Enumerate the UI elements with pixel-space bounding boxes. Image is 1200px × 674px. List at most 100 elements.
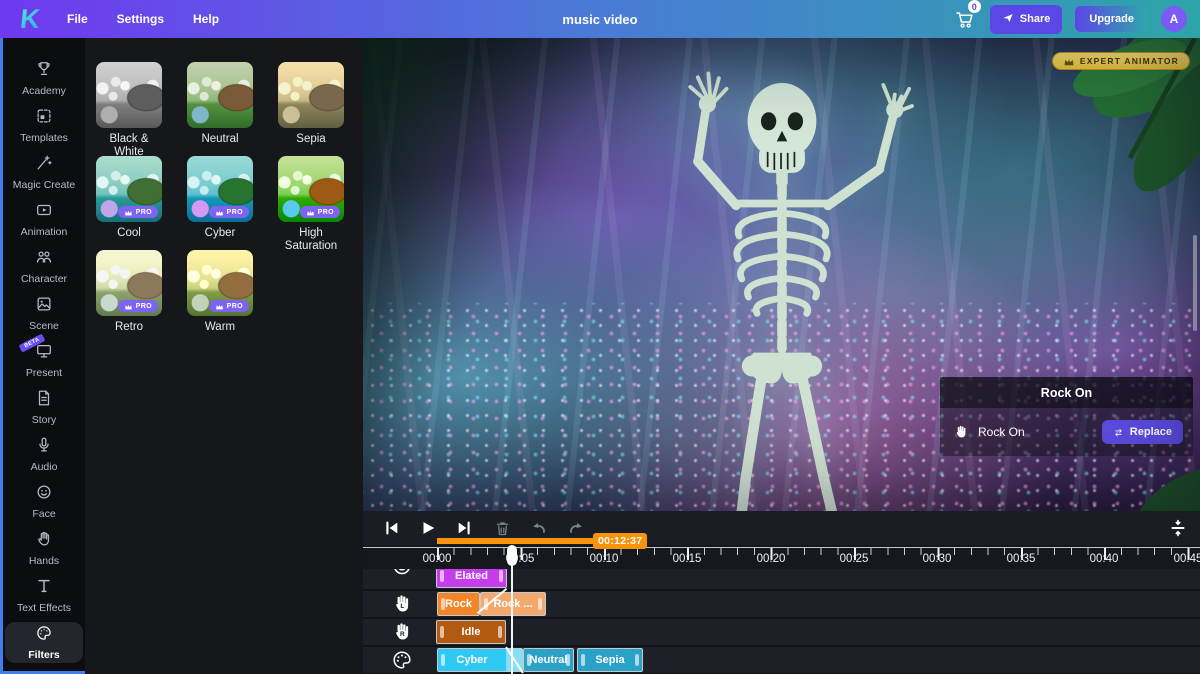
ruler-label: 00:00 bbox=[423, 553, 452, 565]
ruler-label: 00:25 bbox=[840, 553, 869, 565]
clip-idle[interactable]: Idle bbox=[436, 620, 506, 644]
video-preview[interactable]: EXPERT ANIMATOR Rock On Rock On Replace bbox=[363, 38, 1200, 511]
filter-thumb-high-saturation[interactable]: PRO bbox=[278, 156, 344, 222]
sidebar-item-story[interactable]: Story bbox=[5, 387, 83, 428]
filter-name: Cool bbox=[96, 227, 162, 240]
minor-ticks bbox=[437, 548, 1200, 555]
sidebar-label: Text Effects bbox=[17, 603, 71, 614]
filter-thumb-cool[interactable]: PRO bbox=[96, 156, 162, 222]
filter-name: Cyber bbox=[187, 227, 253, 240]
filter-name: Sepia bbox=[278, 133, 344, 146]
sidebar-item-audio[interactable]: Audio bbox=[5, 434, 83, 475]
left-hand-track-icon: L bbox=[391, 593, 413, 615]
filter-name: High Saturation bbox=[278, 227, 344, 253]
filter-thumb-cyber[interactable]: PRO bbox=[187, 156, 253, 222]
avatar[interactable]: A bbox=[1161, 6, 1187, 32]
delete-button[interactable] bbox=[492, 518, 512, 538]
clip-sepia[interactable]: Sepia bbox=[577, 648, 643, 672]
sidebar-item-magic-create[interactable]: Magic Create bbox=[5, 152, 83, 193]
timeline-ruler[interactable]: 00:00 00:05 00:10 00:15 00:20 00:25 00:3… bbox=[363, 545, 1200, 569]
clip-right-handle[interactable] bbox=[635, 654, 639, 666]
ruler-label: 00:30 bbox=[923, 553, 952, 565]
redo-button[interactable] bbox=[566, 518, 586, 538]
menu-help[interactable]: Help bbox=[193, 12, 219, 26]
track-right-hand: R Idle bbox=[363, 619, 1200, 645]
templates-icon bbox=[35, 107, 53, 130]
sidebar-item-animation[interactable]: Animation bbox=[5, 199, 83, 240]
sidebar-item-academy[interactable]: Academy bbox=[5, 58, 83, 99]
sidebar-label: Scene bbox=[29, 321, 59, 332]
filter-name: Warm bbox=[187, 321, 253, 334]
ruler-label: 00:35 bbox=[1007, 553, 1036, 565]
academy-icon bbox=[35, 60, 53, 83]
sidebar-label: Audio bbox=[31, 462, 58, 473]
clip-right-handle[interactable] bbox=[498, 626, 502, 638]
filter-preview bbox=[187, 62, 253, 128]
timeline: Elated L Rock Rock ... R Idle bbox=[363, 511, 1200, 674]
topbar-right: 0 Share Upgrade A bbox=[953, 5, 1200, 34]
skip-to-end-button[interactable] bbox=[455, 518, 475, 538]
filter-card-high-saturation: PRO High Saturation bbox=[278, 156, 344, 250]
clip-rock[interactable]: Rock bbox=[437, 592, 480, 616]
share-icon bbox=[1002, 12, 1014, 27]
play-button[interactable] bbox=[418, 518, 438, 538]
ruler-label: 00:20 bbox=[757, 553, 786, 565]
undo-button[interactable] bbox=[529, 518, 549, 538]
timecode-badge[interactable]: 00:12:37 bbox=[593, 533, 647, 549]
clip-right-handle[interactable] bbox=[499, 570, 503, 582]
sidebar: Academy Templates Magic Create Animation… bbox=[0, 38, 85, 674]
magic-wand-icon bbox=[35, 154, 53, 177]
filter-preview bbox=[278, 62, 344, 128]
track-filters: Cyber Neutral Sepia bbox=[363, 647, 1200, 673]
svg-text:R: R bbox=[400, 631, 405, 638]
clip-right-handle[interactable] bbox=[566, 654, 570, 666]
filter-card-retro: PRO Retro bbox=[96, 250, 162, 344]
sidebar-item-present[interactable]: BETA Present bbox=[5, 340, 83, 381]
share-label: Share bbox=[1020, 13, 1051, 25]
playhead-handle[interactable] bbox=[507, 545, 517, 566]
timeline-fit-button[interactable] bbox=[1168, 518, 1188, 538]
ruler-label: 00:40 bbox=[1090, 553, 1119, 565]
filter-card-cyber: PRO Cyber bbox=[187, 156, 253, 250]
filter-thumb-neutral[interactable] bbox=[187, 62, 253, 128]
sidebar-item-templates[interactable]: Templates bbox=[5, 105, 83, 146]
app-window: K File Settings Help music video 0 Share… bbox=[0, 0, 1200, 674]
topbar: K File Settings Help music video 0 Share… bbox=[0, 0, 1200, 38]
face-icon bbox=[35, 483, 53, 506]
filter-thumb-warm[interactable]: PRO bbox=[187, 250, 253, 316]
right-hand-track-icon: R bbox=[391, 621, 413, 643]
filter-thumb-sepia[interactable] bbox=[278, 62, 344, 128]
text-effects-icon bbox=[35, 577, 53, 600]
menu-file[interactable]: File bbox=[67, 12, 88, 26]
sidebar-item-face[interactable]: Face bbox=[5, 481, 83, 522]
sidebar-item-hands[interactable]: Hands bbox=[5, 528, 83, 569]
filter-card-sepia: Sepia bbox=[278, 62, 344, 156]
filter-thumb-retro[interactable]: PRO bbox=[96, 250, 162, 316]
clip-label: Rock bbox=[438, 593, 479, 615]
clip-right-handle[interactable] bbox=[538, 598, 542, 610]
sidebar-label: Face bbox=[32, 509, 55, 520]
pro-badge: PRO bbox=[300, 206, 340, 218]
sidebar-item-scene[interactable]: Scene bbox=[5, 293, 83, 334]
filter-card-neutral: Neutral bbox=[187, 62, 253, 156]
cart-icon[interactable]: 0 bbox=[953, 7, 977, 31]
present-icon bbox=[35, 342, 53, 365]
filter-name: Neutral bbox=[187, 133, 253, 146]
pro-label: PRO bbox=[227, 303, 243, 310]
share-button[interactable]: Share bbox=[990, 5, 1063, 34]
filter-thumb-black-white[interactable] bbox=[96, 62, 162, 128]
sidebar-item-text-effects[interactable]: Text Effects bbox=[5, 575, 83, 616]
sidebar-item-character[interactable]: Character bbox=[5, 246, 83, 287]
track-left-hand: L Rock Rock ... bbox=[363, 591, 1200, 617]
menu-settings[interactable]: Settings bbox=[117, 12, 164, 26]
skip-to-start-button[interactable] bbox=[381, 518, 401, 538]
clip-neutral[interactable]: Neutral bbox=[523, 648, 574, 672]
clip-label: Sepia bbox=[578, 649, 642, 671]
upgrade-button[interactable]: Upgrade bbox=[1075, 6, 1148, 32]
sidebar-label: Character bbox=[21, 274, 67, 285]
pro-badge: PRO bbox=[118, 300, 158, 312]
filter-card-warm: PRO Warm bbox=[187, 250, 253, 344]
story-icon bbox=[35, 389, 53, 412]
sidebar-item-filters[interactable]: Filters bbox=[5, 622, 83, 663]
app-logo[interactable]: K bbox=[8, 4, 51, 35]
